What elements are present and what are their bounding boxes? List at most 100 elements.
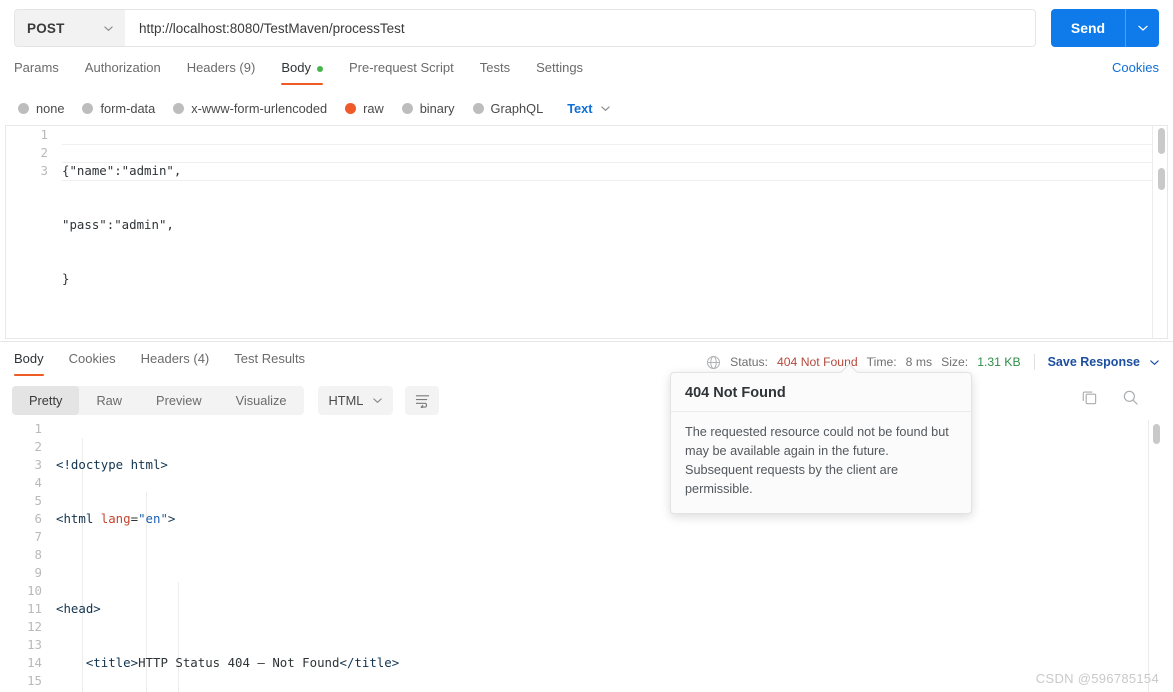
body-type-form-data[interactable]: form-data bbox=[82, 101, 155, 116]
save-response-button[interactable]: Save Response bbox=[1048, 355, 1140, 369]
tab-pre-request-script[interactable]: Pre-request Script bbox=[349, 60, 454, 84]
tooltip-text: The requested resource could not be foun… bbox=[685, 425, 949, 496]
request-url-bar: POST Send bbox=[0, 0, 1173, 56]
tab-settings-label: Settings bbox=[536, 60, 584, 75]
body-type-binary-label: binary bbox=[419, 100, 455, 116]
http-method-label: POST bbox=[27, 20, 65, 36]
line-number: 3 bbox=[40, 163, 48, 178]
response-header: Body Cookies Headers (4) Test Results St… bbox=[0, 348, 1173, 376]
response-format-select[interactable]: HTML bbox=[317, 385, 394, 415]
code-line: {"name":"admin", bbox=[62, 163, 182, 178]
body-type-none[interactable]: none bbox=[18, 101, 64, 116]
view-mode-raw[interactable]: Raw bbox=[79, 386, 139, 415]
body-type-binary[interactable]: binary bbox=[401, 100, 455, 116]
view-mode-pretty[interactable]: Pretty bbox=[12, 385, 80, 415]
method-url-group: POST bbox=[14, 9, 1036, 47]
response-meta: Status: 404 Not Found Time: 8 ms Size: 1… bbox=[706, 354, 1159, 370]
code-line: <!doctype html> bbox=[56, 456, 1157, 474]
view-mode-preview[interactable]: Preview bbox=[139, 386, 219, 415]
body-type-graphql[interactable]: GraphQL bbox=[472, 100, 544, 116]
radio-icon bbox=[82, 102, 94, 114]
raw-format-label: Text bbox=[567, 100, 593, 116]
time-key: Time: bbox=[866, 355, 897, 369]
line-number: 9 bbox=[34, 565, 42, 580]
request-body-code[interactable]: {"name":"admin", "pass":"admin", } bbox=[62, 126, 1153, 338]
cookies-link[interactable]: Cookies bbox=[1112, 60, 1159, 84]
tab-tests-label: Tests bbox=[479, 60, 511, 75]
body-type-urlencoded[interactable]: x-www-form-urlencoded bbox=[173, 101, 327, 116]
radio-selected-icon bbox=[345, 102, 357, 114]
chevron-down-icon bbox=[372, 395, 383, 405]
code-line: <html lang="en"> bbox=[56, 511, 176, 526]
radio-icon bbox=[401, 102, 413, 114]
response-tab-headers[interactable]: Headers (4) bbox=[141, 351, 210, 374]
wrap-lines-button[interactable] bbox=[405, 385, 440, 415]
response-code[interactable]: <!doctype html> <html lang="en"> <head> … bbox=[56, 420, 1157, 692]
request-body-editor[interactable]: 1 2 3 {"name":"admin", "pass":"admin", } bbox=[5, 125, 1168, 339]
chevron-down-icon[interactable] bbox=[1149, 357, 1159, 367]
tab-settings[interactable]: Settings bbox=[536, 60, 583, 84]
tab-authorization[interactable]: Authorization bbox=[85, 60, 161, 84]
body-type-raw[interactable]: raw bbox=[345, 101, 384, 116]
line-number: 4 bbox=[34, 475, 42, 490]
tab-pre-request-script-label: Pre-request Script bbox=[348, 60, 454, 75]
line-number: 12 bbox=[27, 619, 42, 634]
radio-icon bbox=[173, 102, 185, 114]
line-number: 1 bbox=[34, 421, 42, 436]
line-number: 6 bbox=[34, 511, 42, 526]
response-view-mode-group: Pretty Raw Preview Visualize bbox=[12, 385, 304, 415]
tab-headers[interactable]: Headers (9) bbox=[187, 60, 256, 84]
body-type-raw-label: raw bbox=[363, 100, 384, 116]
response-tab-headers-label: Headers (4) bbox=[140, 350, 210, 366]
body-modified-dot-icon bbox=[316, 65, 323, 72]
time-value: 8 ms bbox=[905, 355, 933, 369]
request-editor-scrollbar-thumb-2[interactable] bbox=[1158, 168, 1165, 190]
response-scrollbar-thumb[interactable] bbox=[1153, 424, 1160, 444]
body-type-radio-group: none form-data x-www-form-urlencoded raw… bbox=[0, 94, 1173, 122]
line-number: 11 bbox=[27, 601, 42, 616]
send-button-group: Send bbox=[1051, 9, 1159, 47]
line-number: 1 bbox=[40, 127, 48, 142]
code-line: <head> bbox=[56, 600, 1157, 618]
response-tab-cookies-label: Cookies bbox=[68, 350, 116, 366]
http-method-select[interactable]: POST bbox=[15, 10, 125, 46]
line-number: 15 bbox=[27, 673, 42, 688]
tooltip-title: 404 Not Found bbox=[685, 385, 786, 401]
body-type-graphql-label: GraphQL bbox=[490, 100, 544, 116]
send-button[interactable]: Send bbox=[1051, 9, 1125, 47]
radio-icon bbox=[18, 102, 29, 114]
response-tab-test-results[interactable]: Test Results bbox=[234, 351, 305, 374]
line-number: 2 bbox=[34, 439, 42, 454]
response-tab-body[interactable]: Body bbox=[14, 350, 44, 376]
editor-scroll-divider bbox=[1152, 126, 1153, 338]
response-tab-body-label: Body bbox=[14, 350, 44, 366]
view-mode-visualize[interactable]: Visualize bbox=[219, 386, 304, 415]
response-scroll-divider bbox=[1148, 420, 1149, 692]
size-value: 1.31 KB bbox=[977, 355, 1021, 369]
copy-icon[interactable] bbox=[1081, 389, 1098, 411]
line-number: 14 bbox=[27, 655, 42, 670]
response-tab-test-results-label: Test Results bbox=[234, 350, 306, 366]
code-line: "pass":"admin", bbox=[62, 217, 174, 232]
wrap-lines-icon bbox=[415, 394, 429, 408]
request-editor-scrollbar-thumb[interactable] bbox=[1158, 128, 1165, 154]
url-input[interactable] bbox=[125, 10, 1035, 46]
watermark: CSDN @596785154 bbox=[1035, 671, 1159, 686]
response-tab-cookies[interactable]: Cookies bbox=[69, 351, 116, 374]
response-gutter: 1 2 3 4 5 6 7 8 9 10 11 12 13 14 15 bbox=[0, 420, 56, 692]
tab-params-label: Params bbox=[14, 60, 59, 75]
size-key: Size: bbox=[941, 355, 969, 369]
pane-divider[interactable] bbox=[0, 341, 1173, 342]
tab-body[interactable]: Body bbox=[281, 60, 323, 85]
tab-tests[interactable]: Tests bbox=[480, 60, 510, 84]
send-options-chevron-icon[interactable] bbox=[1125, 9, 1159, 47]
response-format-label: HTML bbox=[328, 392, 364, 408]
raw-format-select[interactable]: Text bbox=[567, 100, 610, 116]
search-icon[interactable] bbox=[1122, 389, 1139, 411]
response-body-viewer[interactable]: 1 2 3 4 5 6 7 8 9 10 11 12 13 14 15 <!do… bbox=[0, 420, 1173, 692]
tab-headers-label: Headers (9) bbox=[186, 60, 256, 75]
globe-icon[interactable] bbox=[706, 355, 721, 370]
tab-params[interactable]: Params bbox=[14, 60, 59, 84]
chevron-down-icon bbox=[600, 103, 610, 113]
tooltip-divider bbox=[671, 411, 971, 412]
